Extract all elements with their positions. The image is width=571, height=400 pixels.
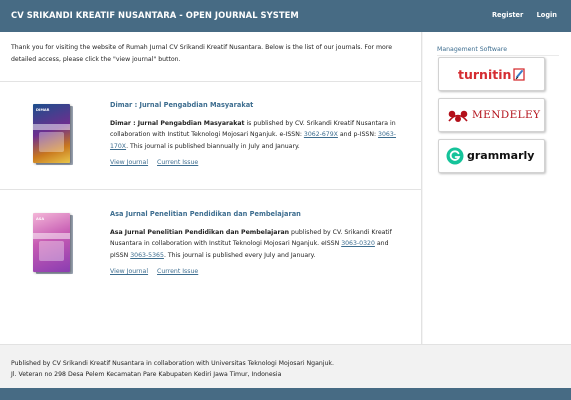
page-footer: Published by CV Srikandi Kreatif Nusanta… xyxy=(0,344,571,388)
cover-title: DIMAR xyxy=(36,108,50,112)
cover-front-page: DIMAR xyxy=(33,104,70,163)
intro-line-1: Thank you for visiting the website of Ru… xyxy=(11,44,393,51)
desc-part-c: . This journal is published biannually i… xyxy=(126,142,300,150)
sidebar-title: Management Software xyxy=(437,46,508,53)
journal-title-link[interactable]: Dimar : Jurnal Pengabdian Masyarakat xyxy=(110,101,406,109)
intro-text: Thank you for visiting the website of Ru… xyxy=(11,42,411,65)
turnitin-button[interactable]: turnitin xyxy=(438,57,545,91)
cover-photo xyxy=(39,132,64,152)
sidebar-title-underline xyxy=(437,55,559,56)
journal-name-bold: Asa Jurnal Penelitian Pendidikan dan Pem… xyxy=(110,229,290,236)
cover-title: ASA xyxy=(36,217,45,221)
user-nav: Register Login xyxy=(481,11,557,19)
eissn-link[interactable]: 3063-0320 xyxy=(341,240,375,247)
cover-strip xyxy=(33,124,70,130)
current-issue-link[interactable]: Current Issue xyxy=(157,159,198,166)
grammarly-icon xyxy=(446,147,464,165)
mendeley-wordmark: MENDELEY xyxy=(472,109,541,121)
desc-part-c: . This journal is published every July a… xyxy=(163,251,316,259)
cover-front-page: ASA xyxy=(33,213,70,272)
sidebar: Management Software turnitin MENDELEY gr… xyxy=(423,32,571,344)
mendeley-button[interactable]: MENDELEY xyxy=(438,98,545,132)
divider xyxy=(0,81,422,82)
journal-info: Dimar : Jurnal Pengabdian Masyarakat Dim… xyxy=(110,101,406,166)
grammarly-button[interactable]: grammarly xyxy=(438,139,545,173)
journal-description: Asa Jurnal Penelitian Pendidikan dan Pem… xyxy=(110,227,406,261)
register-link[interactable]: Register xyxy=(492,11,523,19)
eissn-link[interactable]: 3062-679X xyxy=(304,131,338,138)
divider xyxy=(0,189,422,190)
top-navbar: CV SRIKANDI KREATIF NUSANTARA - OPEN JOU… xyxy=(0,0,571,32)
desc-part-b: and p-ISSN: xyxy=(337,131,379,139)
journal-info: Asa Jurnal Penelitian Pendidikan dan Pem… xyxy=(110,210,406,275)
current-issue-link[interactable]: Current Issue xyxy=(157,268,198,275)
site-title[interactable]: CV SRIKANDI KREATIF NUSANTARA - OPEN JOU… xyxy=(11,10,299,20)
journal-description: Dimar : Jurnal Pengabdian Masyarakat is … xyxy=(110,118,406,152)
pissn-link[interactable]: 3063-5365 xyxy=(130,252,164,259)
journal-actions: View Journal Current Issue xyxy=(110,159,406,166)
journal-title-link[interactable]: Asa Jurnal Penelitian Pendidikan dan Pem… xyxy=(110,210,406,218)
view-journal-link[interactable]: View Journal xyxy=(110,268,148,275)
cover-strip xyxy=(33,233,70,239)
turnitin-wordmark: turnitin xyxy=(458,67,512,82)
intro-line-2: detailed access, please click the "view … xyxy=(11,55,181,63)
turnitin-icon xyxy=(513,68,525,81)
footer-address: Jl. Veteran no 298 Desa Pelem Kecamatan … xyxy=(11,371,282,378)
bottom-bar xyxy=(0,388,571,400)
mendeley-icon xyxy=(448,110,468,122)
footer-publisher: Published by CV Srikandi Kreatif Nusanta… xyxy=(11,360,334,367)
login-link[interactable]: Login xyxy=(537,11,557,19)
journal-list-panel: Thank you for visiting the website of Ru… xyxy=(0,32,422,344)
grammarly-wordmark: grammarly xyxy=(467,149,535,162)
journal-actions: View Journal Current Issue xyxy=(110,268,406,275)
journal-cover-asa[interactable]: ASA xyxy=(33,213,73,274)
footer-text: Published by CV Srikandi Kreatif Nusanta… xyxy=(11,358,334,380)
cover-photo xyxy=(39,241,64,261)
view-journal-link[interactable]: View Journal xyxy=(110,159,148,166)
journal-name-bold: Dimar : Jurnal Pengabdian Masyarakat xyxy=(110,120,245,127)
journal-cover-dimar[interactable]: DIMAR xyxy=(33,104,73,165)
